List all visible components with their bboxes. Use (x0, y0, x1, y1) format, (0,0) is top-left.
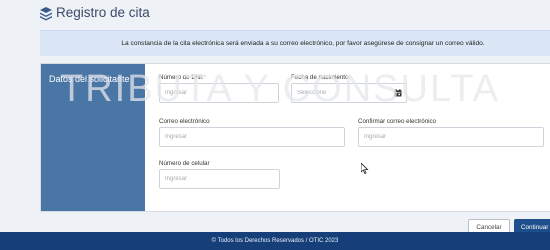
phone-label: Número de celular (159, 160, 210, 167)
mouse-pointer-icon (361, 163, 369, 174)
layers-icon (40, 7, 52, 21)
page-title: Registro de cita (56, 5, 150, 20)
copyright-text: © Todos los Derechos Reservados / OTIC 2… (211, 238, 339, 244)
page-footer: © Todos los Derechos Reservados / OTIC 2… (0, 232, 550, 250)
email-input[interactable] (159, 127, 345, 147)
notice-text: La constancia de la cita electrónica ser… (121, 40, 485, 47)
birth-date-label: Fecha de nacimiento: (291, 74, 351, 81)
dni-label: Número de DNI: (159, 74, 204, 81)
email-notice-banner: La constancia de la cita electrónica ser… (40, 30, 550, 56)
form-section-sidebar: Datos del solicitante (41, 64, 145, 211)
calendar-icon[interactable] (394, 89, 402, 97)
phone-input[interactable] (159, 169, 280, 189)
page-header: Registro de cita (0, 0, 550, 30)
applicant-form-card: Datos del solicitante Número de DNI: Fec… (40, 63, 550, 212)
dni-input[interactable] (159, 83, 279, 103)
email-confirm-label: Confirmar correo electrónico (358, 118, 437, 125)
birth-date-input[interactable] (291, 83, 407, 103)
email-label: Correo electrónico (159, 118, 210, 125)
email-confirm-input[interactable] (358, 127, 544, 147)
section-title: Datos del solicitante (49, 74, 130, 84)
